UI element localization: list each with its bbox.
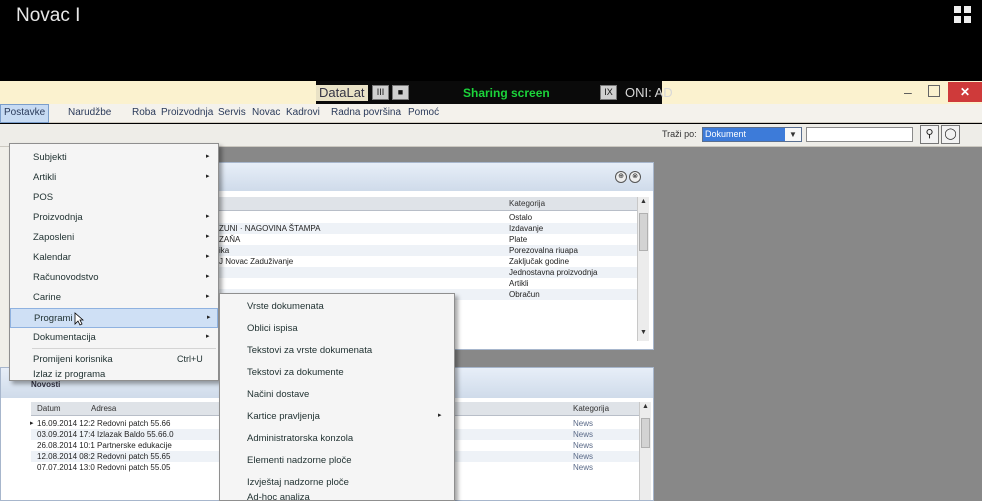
submenu-item-admin-konzola[interactable]: Administratorska konzola	[220, 428, 454, 450]
window-titlebar: DataLat III ■ Sharing screen IX ONI: AD …	[0, 81, 982, 104]
submenu-item-elementi-ploce[interactable]: Elementi nadzorne ploče	[220, 450, 454, 472]
submenu-item-kartice[interactable]: Kartice pravljenja ▸	[220, 406, 454, 428]
search-input[interactable]	[806, 127, 913, 142]
sharing-screen-status: Sharing screen	[463, 86, 550, 100]
remote-button-3[interactable]: IX	[600, 85, 617, 100]
menu-item-izlaz[interactable]: Izlaz iz programa	[10, 369, 218, 382]
close-button[interactable]: ✕	[948, 82, 982, 102]
chevron-right-icon: ▸	[206, 213, 210, 220]
column-address[interactable]: Adresa	[91, 404, 116, 413]
exit-fullscreen-icon[interactable]	[954, 6, 974, 28]
table-row[interactable]: Jednostavna proizvodnja	[217, 267, 637, 278]
submenu-item-tekstovi-vrste[interactable]: Tekstovi za vrste dokumenata	[220, 340, 454, 362]
chevron-right-icon: ▸	[206, 233, 210, 240]
restore-button[interactable]	[928, 85, 940, 97]
menu-bar: Postavke Narudžbe Roba Proizvodnja Servi…	[0, 104, 982, 123]
chevron-right-icon: ▸	[206, 253, 210, 260]
chevron-right-icon: ▸	[206, 293, 210, 300]
menu-narudzbe[interactable]: Narudžbe	[68, 107, 111, 118]
menu-item-programi[interactable]: Programi ▸	[10, 308, 218, 328]
chevron-right-icon: ▸	[206, 153, 210, 160]
vertical-scrollbar[interactable]: ▲	[639, 402, 651, 500]
column-category[interactable]: Kategorija	[509, 199, 545, 208]
menu-item-pos[interactable]: POS	[10, 188, 218, 208]
menu-novac[interactable]: Novac	[252, 107, 280, 118]
remote-button-1[interactable]: III	[372, 85, 389, 100]
table-row[interactable]: ZAŇA Plate	[217, 234, 637, 245]
scroll-up-icon[interactable]: ▲	[638, 198, 649, 205]
refresh-icon[interactable]: ◯	[941, 125, 960, 144]
chevron-down-icon[interactable]: ▼	[785, 128, 801, 141]
scroll-up-icon[interactable]: ▲	[640, 403, 651, 410]
menu-item-dokumentacija[interactable]: Dokumentacija ▸	[10, 328, 218, 348]
chevron-right-icon: ▸	[206, 173, 210, 180]
minimize-button[interactable]: –	[904, 84, 912, 100]
menu-item-carine[interactable]: Carine ▸	[10, 288, 218, 308]
chevron-right-icon: ▸	[206, 333, 210, 340]
submenu-item-adhoc[interactable]: Ad-hoc analiza	[220, 492, 454, 501]
search-icon[interactable]: ⚲	[920, 125, 939, 144]
scroll-down-icon[interactable]: ▼	[638, 329, 649, 336]
scroll-thumb[interactable]	[639, 213, 648, 251]
menu-item-proizvodnja[interactable]: Proizvodnja ▸	[10, 208, 218, 228]
menu-proizvodnja[interactable]: Proizvodnja	[161, 107, 213, 118]
submenu-item-nacini-dostave[interactable]: Načini dostave	[220, 384, 454, 406]
table-row[interactable]: Ostalo	[217, 212, 637, 223]
chevron-right-icon: ▸	[206, 273, 210, 280]
menu-item-kalendar[interactable]: Kalendar ▸	[10, 248, 218, 268]
menu-postavke[interactable]: Postavke	[0, 104, 50, 123]
close-icon[interactable]: ⊗	[629, 171, 641, 183]
menu-item-subjekti[interactable]: Subjekti ▸	[10, 148, 218, 168]
postavke-menu: Subjekti ▸ Artikli ▸ POS Proizvodnja ▸ Zapo…	[9, 143, 219, 381]
search-label: Traži po:	[662, 129, 697, 139]
menu-pomoc[interactable]: Pomoć	[408, 107, 439, 118]
menu-kadrovi[interactable]: Kadrovi	[286, 107, 320, 118]
panel-header: ⊕ ⊗	[215, 163, 653, 191]
expand-icon[interactable]: ⊕	[615, 171, 627, 183]
menu-servis[interactable]: Servis	[218, 107, 246, 118]
column-date[interactable]: Datum	[37, 404, 61, 413]
chevron-right-icon: ▸	[438, 412, 442, 419]
table-row[interactable]: Artikli	[217, 278, 637, 289]
current-row-icon: ▸	[30, 420, 34, 427]
submenu-item-vrste-dokumenata[interactable]: Vrste dokumenata	[220, 296, 454, 318]
vertical-scrollbar[interactable]: ▲ ▼	[637, 197, 649, 341]
remote-button-2[interactable]: ■	[392, 85, 409, 100]
mouse-pointer-icon	[74, 312, 84, 326]
menu-radna-povrsina[interactable]: Radna površina	[331, 107, 401, 118]
submenu-item-tekstovi-dokumente[interactable]: Tekstovi za dokumente	[220, 362, 454, 384]
menu-roba[interactable]: Roba	[132, 107, 156, 118]
menu-item-zaposleni[interactable]: Zaposleni ▸	[10, 228, 218, 248]
table-row[interactable]: ika Porezovalna riuapa	[217, 245, 637, 256]
screen-title: Novac I	[16, 5, 81, 26]
menu-item-promijeni-korisnika[interactable]: Promijeni korisnika Ctrl+U	[10, 350, 218, 370]
window-title: ONI: AD	[625, 85, 673, 100]
menu-item-racunovodstvo[interactable]: Računovodstvo ▸	[10, 268, 218, 288]
menu-separator	[32, 348, 216, 349]
submenu-item-izvjestaj-ploce[interactable]: Izvještaj nadzorne ploče	[220, 472, 454, 494]
chevron-right-icon: ▸	[207, 314, 211, 321]
table-row[interactable]: J Novac Zaduživanje Zaključak godine	[217, 256, 637, 267]
datalat-label: DataLat	[316, 85, 368, 101]
menu-item-artikli[interactable]: Artikli ▸	[10, 168, 218, 188]
submenu-item-oblici-ispisa[interactable]: Oblici ispisa	[220, 318, 454, 340]
grid-header: Kategorija	[217, 197, 637, 211]
column-category[interactable]: Kategorija	[573, 404, 609, 413]
scroll-thumb[interactable]	[641, 418, 650, 448]
table-row[interactable]: ZUNI · NAGOVINA ŠTAMPA Izdavanje	[217, 223, 637, 234]
programi-submenu: Vrste dokumenata Oblici ispisa Tekstovi …	[219, 293, 455, 501]
